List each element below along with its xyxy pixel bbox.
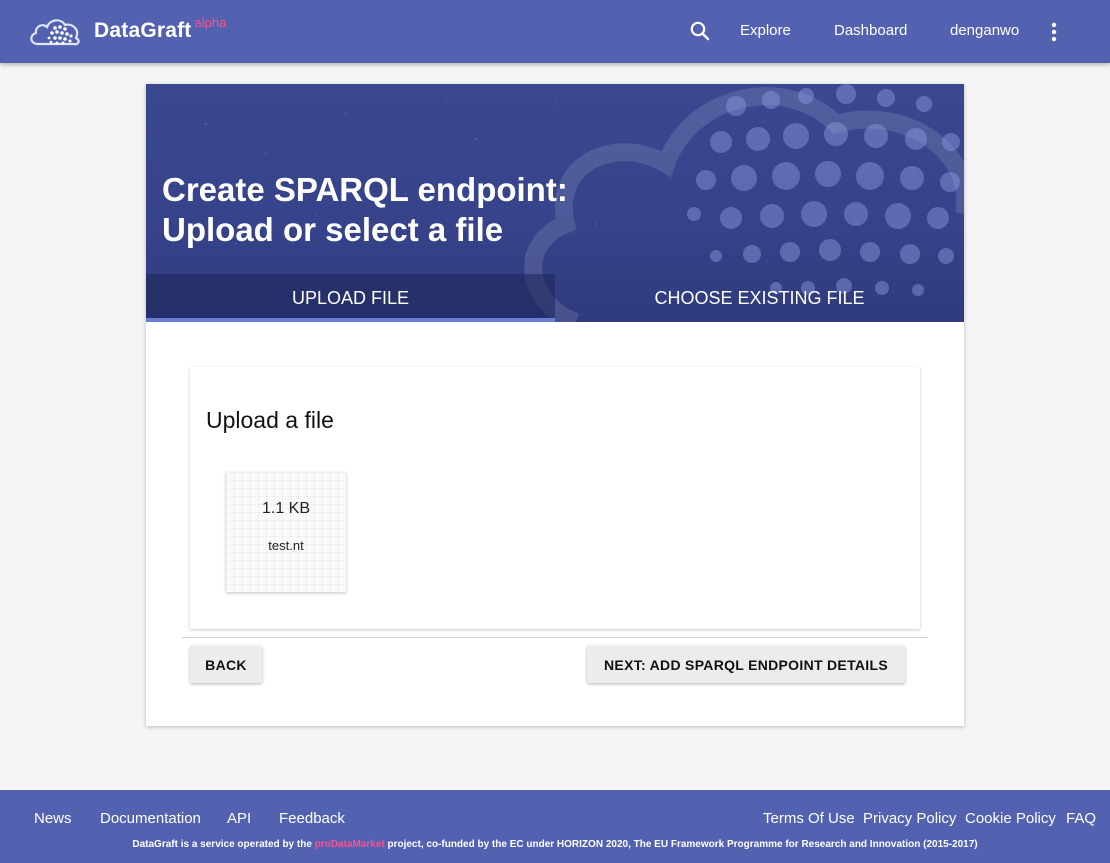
footer-note-suffix: project, co-funded by the EC under HORIZ… xyxy=(384,839,978,850)
uploaded-file-tile[interactable]: 1.1 KB test.nt xyxy=(226,472,346,592)
footer-note: DataGraft is a service operated by the p… xyxy=(0,839,1110,850)
page-title-line1: Create SPARQL endpoint: xyxy=(162,171,568,208)
upload-panel-title: Upload a file xyxy=(206,407,334,433)
footer-note-prefix: DataGraft is a service operated by the xyxy=(132,839,315,850)
nav-dashboard-link[interactable]: Dashboard xyxy=(834,22,907,39)
hero-banner: Create SPARQL endpoint: Upload or select… xyxy=(146,84,964,322)
brand-name: DataGraft xyxy=(94,19,192,42)
footer-privacy-link[interactable]: Privacy Policy xyxy=(863,810,956,827)
nav-user-menu[interactable]: denganwo xyxy=(950,22,1019,39)
source-tabs: UPLOAD FILE CHOOSE EXISTING FILE xyxy=(146,274,964,322)
footer-feedback-link[interactable]: Feedback xyxy=(279,810,345,827)
page-title-line2: Upload or select a file xyxy=(162,211,504,248)
more-vert-icon[interactable] xyxy=(1044,20,1064,44)
brand[interactable]: DataGraft alpha xyxy=(28,14,226,48)
create-endpoint-card: Create SPARQL endpoint: Upload or select… xyxy=(146,84,964,726)
footer-documentation-link[interactable]: Documentation xyxy=(100,810,201,827)
search-icon[interactable] xyxy=(688,19,712,43)
next-add-details-button[interactable]: NEXT: ADD SPARQL ENDPOINT DETAILS xyxy=(587,646,905,683)
footer-prodatamarket-link[interactable]: proDataMarket xyxy=(315,839,385,850)
footer-news-link[interactable]: News xyxy=(34,810,72,827)
file-name: test.nt xyxy=(268,538,304,553)
top-app-bar: DataGraft alpha Explore Dashboard dengan… xyxy=(0,0,1110,63)
upload-panel: Upload a file 1.1 KB test.nt xyxy=(190,367,920,629)
footer-api-link[interactable]: API xyxy=(227,810,251,827)
page-title: Create SPARQL endpoint: Upload or select… xyxy=(162,170,762,250)
actions-divider xyxy=(182,637,928,638)
brand-tag: alpha xyxy=(194,14,227,30)
tab-choose-existing-file[interactable]: CHOOSE EXISTING FILE xyxy=(555,274,964,322)
nav-explore-link[interactable]: Explore xyxy=(740,22,791,39)
tab-upload-file[interactable]: UPLOAD FILE xyxy=(146,274,555,322)
footer-terms-link[interactable]: Terms Of Use xyxy=(763,810,855,827)
datagraft-logo-icon xyxy=(30,19,80,46)
footer: News Documentation API Feedback Terms Of… xyxy=(0,790,1110,863)
file-size: 1.1 KB xyxy=(261,500,311,517)
back-button[interactable]: BACK xyxy=(190,646,262,683)
footer-faq-link[interactable]: FAQ xyxy=(1066,810,1096,827)
footer-cookie-link[interactable]: Cookie Policy xyxy=(965,810,1056,827)
